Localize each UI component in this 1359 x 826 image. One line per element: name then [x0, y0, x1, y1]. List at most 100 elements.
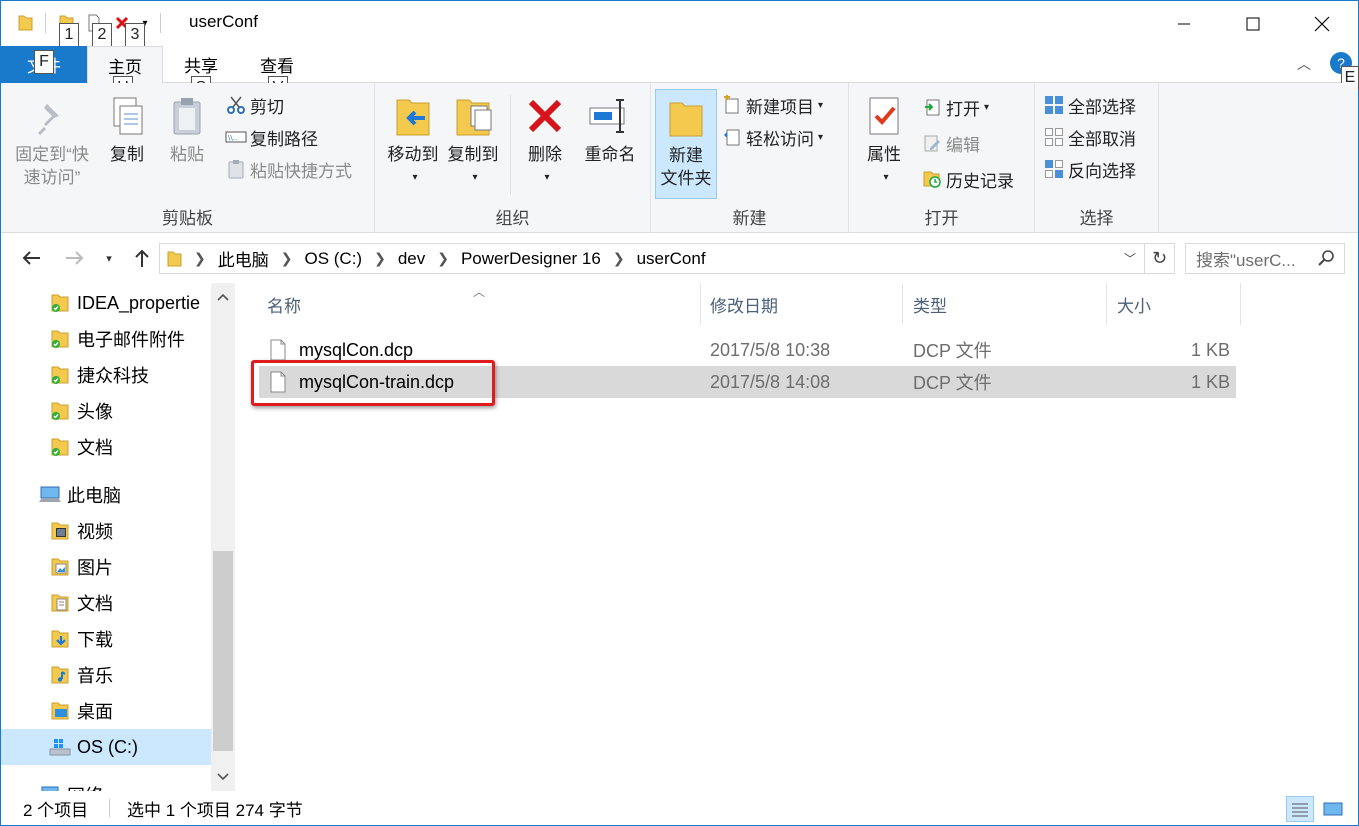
new-item-button[interactable]: 新建项目 ▾	[721, 91, 823, 119]
forward-button[interactable]	[61, 245, 89, 271]
synced-folder-icon	[47, 435, 73, 459]
paste-button[interactable]: 粘贴	[161, 91, 213, 166]
column-header-size[interactable]: 大小	[1107, 283, 1241, 325]
pin-quick-access-button[interactable]: 固定到“快 速访问”	[11, 91, 93, 189]
edit-button[interactable]: 编辑	[921, 129, 980, 157]
paste-shortcut-label: 粘贴快捷方式	[250, 161, 352, 181]
details-view-icon	[1292, 803, 1308, 817]
breadcrumb-dev[interactable]: dev	[398, 249, 425, 269]
new-group: 新建 文件夹 新建项目 ▾ 轻松访问 ▾ 新建	[651, 83, 849, 233]
up-button[interactable]	[129, 245, 155, 271]
properties-button[interactable]: 属性 ▾	[857, 91, 911, 189]
breadcrumb-this-pc[interactable]: 此电脑	[218, 246, 269, 271]
history-button[interactable]: 历史记录	[921, 165, 1014, 193]
edit-icon	[921, 132, 943, 154]
nav-item-documents[interactable]: 文档	[1, 585, 211, 621]
delete-button[interactable]: 删除 ▾	[519, 91, 571, 189]
nav-item-label: OS (C:)	[77, 736, 138, 757]
breadcrumb-separator-icon: ❯	[437, 250, 449, 266]
copy-button[interactable]: 复制	[101, 91, 153, 166]
scroll-down-arrow-icon[interactable]	[211, 765, 235, 789]
nav-item-videos[interactable]: 视频	[1, 513, 211, 549]
new-folder-button[interactable]: 新建 文件夹	[655, 89, 717, 199]
copy-path-button[interactable]: \\.. 复制路径	[225, 123, 318, 151]
copy-to-dropdown-icon: ▾	[472, 172, 478, 183]
scroll-up-arrow-icon[interactable]	[211, 285, 235, 309]
properties-label: 属性	[867, 145, 901, 164]
new-item-icon	[721, 94, 743, 116]
copy-to-label: 复制到	[447, 145, 499, 164]
nav-item-network[interactable]: 网络	[1, 777, 211, 791]
history-label: 历史记录	[946, 171, 1014, 191]
search-placeholder: 搜索"userC...	[1196, 251, 1296, 270]
nav-item-label: 文档	[77, 438, 113, 458]
details-view-button[interactable]	[1286, 796, 1314, 822]
maximize-button[interactable]	[1230, 1, 1276, 46]
history-icon	[921, 168, 943, 190]
close-button[interactable]	[1299, 1, 1345, 46]
music-folder-icon	[47, 663, 73, 687]
copy-icon	[105, 91, 149, 141]
delete-icon	[523, 91, 567, 141]
rename-button[interactable]: 重命名	[577, 91, 643, 166]
nav-item-email-attachments[interactable]: 电子邮件附件	[1, 321, 211, 357]
invert-selection-label: 反向选择	[1068, 161, 1136, 181]
cut-button[interactable]: 剪切	[225, 91, 284, 119]
nav-item-downloads[interactable]: 下载	[1, 621, 211, 657]
nav-item-music[interactable]: 音乐	[1, 657, 211, 693]
address-bar[interactable]: ❯ 此电脑 ❯ OS (C:) ❯ dev ❯ PowerDesigner 16…	[159, 243, 1145, 274]
pin-label-1: 固定到“快	[15, 145, 89, 164]
address-folder-icon	[166, 250, 182, 268]
scissors-icon	[225, 94, 247, 116]
network-icon	[37, 783, 63, 791]
invert-selection-button[interactable]: 反向选择	[1043, 155, 1136, 183]
select-none-button[interactable]: 全部取消	[1043, 123, 1136, 151]
nav-item-os-c[interactable]: OS (C:)	[1, 729, 211, 765]
synced-folder-icon	[47, 291, 73, 315]
nav-item-pictures[interactable]: 图片	[1, 549, 211, 585]
keytip-1: 1	[59, 23, 79, 47]
nav-item-documents-cloud[interactable]: 文档	[1, 429, 211, 465]
easy-access-dropdown-icon: ▾	[818, 131, 824, 143]
navigation-pane: IDEA_propertie 电子邮件附件 捷众科技 头像 文档 此电脑 视频 …	[1, 283, 235, 791]
column-header-date[interactable]: 修改日期	[701, 283, 903, 325]
breadcrumb-os-c[interactable]: OS (C:)	[304, 249, 362, 269]
recent-locations-button[interactable]: ▾	[99, 245, 119, 271]
chevron-down-icon: ▾	[106, 252, 112, 265]
move-to-button[interactable]: 移动到 ▾	[383, 91, 443, 189]
breadcrumb-powerdesigner[interactable]: PowerDesigner 16	[461, 249, 601, 269]
select-all-label: 全部选择	[1068, 97, 1136, 117]
delete-label: 删除	[528, 145, 562, 164]
nav-pane-scrollbar[interactable]	[211, 283, 235, 791]
address-history-chevron-icon[interactable]: ﹀	[1124, 250, 1136, 267]
nav-item-idea-properties[interactable]: IDEA_propertie	[1, 285, 211, 321]
column-date-label: 修改日期	[710, 296, 778, 316]
select-all-button[interactable]: 全部选择	[1043, 91, 1136, 119]
move-to-dropdown-icon: ▾	[412, 172, 418, 183]
large-icons-view-button[interactable]	[1319, 796, 1347, 822]
desktop-folder-icon	[47, 699, 73, 723]
organize-group: 移动到 ▾ 复制到 ▾ 删除 ▾ 重命名 组织	[375, 83, 651, 233]
scrollbar-thumb[interactable]	[213, 551, 233, 751]
paste-shortcut-button[interactable]: 粘贴快捷方式	[225, 155, 352, 183]
refresh-button[interactable]: ↻	[1145, 243, 1175, 274]
search-input[interactable]: 搜索"userC...	[1185, 243, 1345, 274]
copy-to-button[interactable]: 复制到 ▾	[443, 91, 503, 189]
nav-item-jiezhong[interactable]: 捷众科技	[1, 357, 211, 393]
downloads-folder-icon	[47, 627, 73, 651]
clipboard-group: 固定到“快 速访问” 复制 粘贴 剪切 \\.. 复制路径 粘贴快捷方式 剪贴板	[1, 83, 375, 233]
back-button[interactable]	[17, 245, 45, 271]
tab-view-label: 查看	[260, 57, 294, 76]
nav-item-this-pc[interactable]: 此电脑	[1, 477, 211, 513]
nav-item-label: IDEA_propertie	[77, 292, 201, 313]
column-header-type[interactable]: 类型	[903, 283, 1107, 325]
minimize-button[interactable]	[1161, 1, 1207, 46]
nav-item-desktop[interactable]: 桌面	[1, 693, 211, 729]
open-button[interactable]: 打开 ▾	[921, 93, 989, 121]
easy-access-button[interactable]: 轻松访问 ▾	[721, 123, 823, 151]
nav-item-label: 此电脑	[67, 486, 121, 506]
collapse-ribbon-icon[interactable]: ︿	[1297, 54, 1311, 74]
breadcrumb-userconf[interactable]: userConf	[637, 249, 706, 269]
nav-item-avatar[interactable]: 头像	[1, 393, 211, 429]
column-header-name[interactable]: 名称	[259, 283, 701, 325]
